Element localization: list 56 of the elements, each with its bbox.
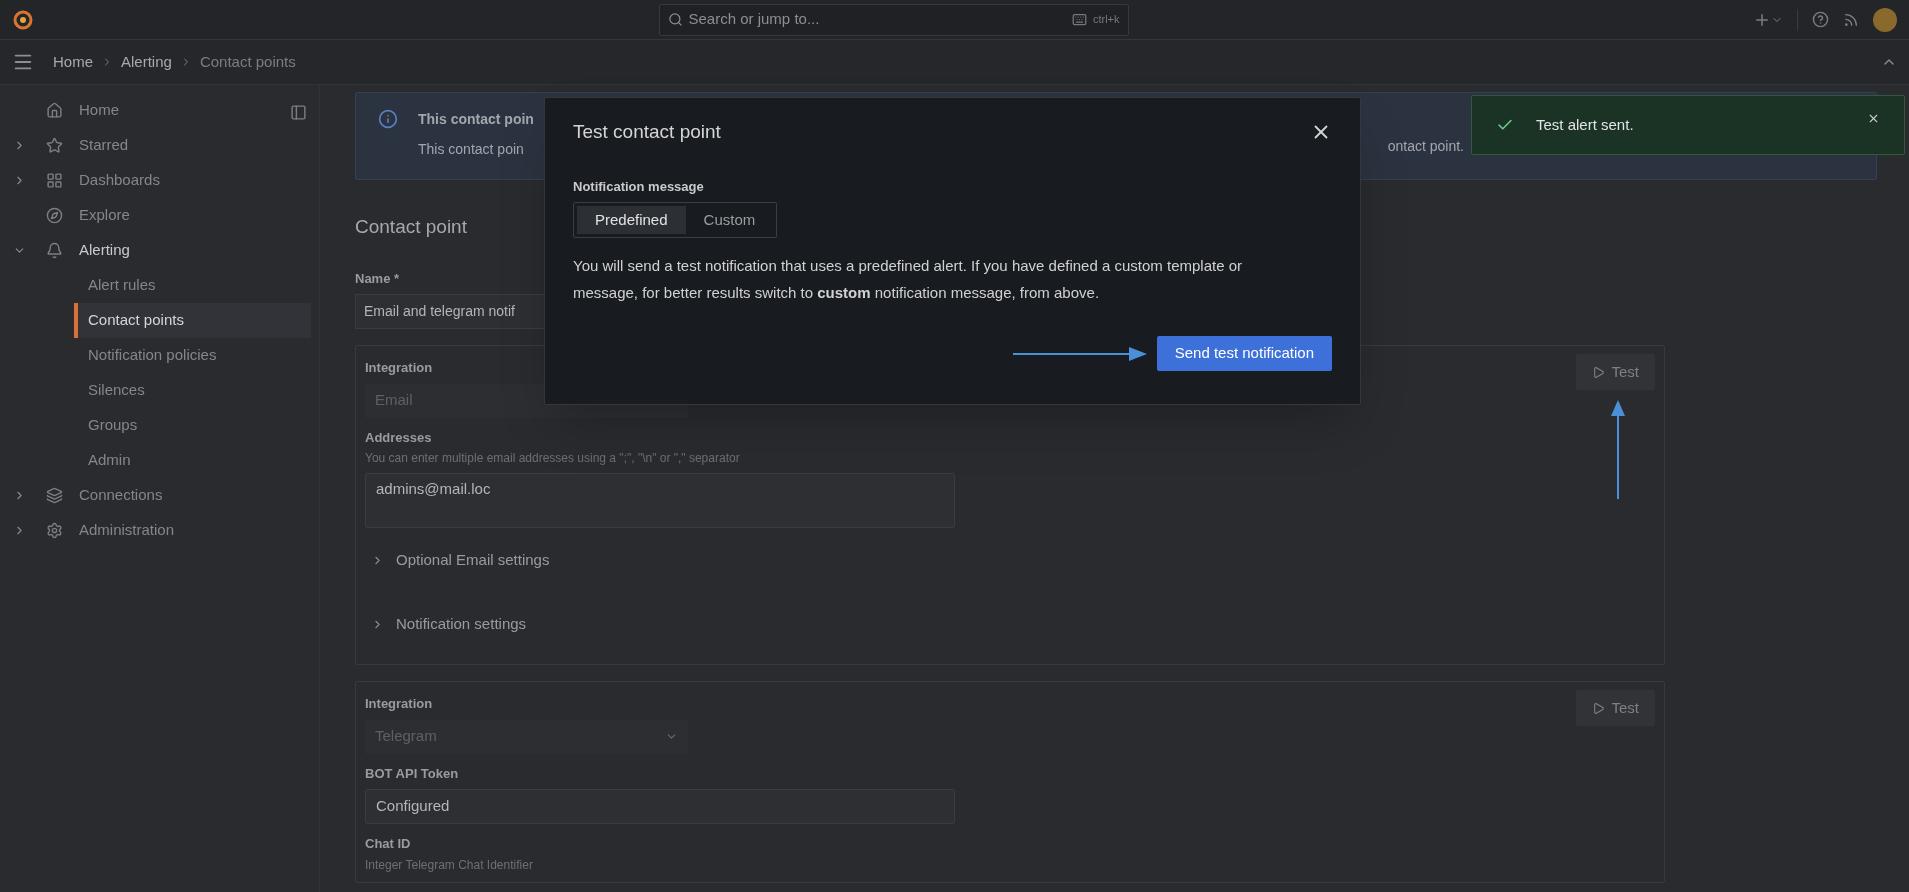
sidebar-item[interactable]: Starred bbox=[0, 128, 319, 163]
sidebar-item[interactable]: Notification policies bbox=[74, 338, 311, 373]
segment-tab[interactable]: Custom bbox=[685, 206, 774, 234]
rss-icon[interactable] bbox=[1843, 11, 1859, 28]
help-icon[interactable] bbox=[1812, 11, 1829, 28]
search-icon bbox=[667, 12, 683, 27]
page-heading: Contact point bbox=[355, 215, 467, 239]
avatar[interactable] bbox=[1873, 7, 1897, 32]
settings-icon bbox=[46, 522, 63, 539]
modal-description: You will send a test notification that uses a predefined alert. If you have defined a custom template or message, for better results switch to custom notification message, from above. bbox=[573, 256, 1244, 303]
sidebar-item[interactable]: Home bbox=[0, 93, 319, 128]
breadcrumb-link[interactable]: Home bbox=[53, 50, 93, 74]
toast-message: Test alert sent. bbox=[1536, 114, 1635, 135]
field-label: Chat ID bbox=[365, 835, 412, 853]
field-label: Addresses bbox=[365, 428, 433, 447]
sidebar-item[interactable]: Dashboards bbox=[0, 163, 319, 198]
segment-tab[interactable]: Predefined bbox=[577, 206, 686, 234]
field-label: Name * bbox=[355, 269, 400, 288]
arrow-up-icon bbox=[1610, 400, 1626, 499]
banner-text: ontact point. bbox=[1387, 137, 1464, 156]
breadcrumb-link[interactable]: Alerting bbox=[121, 50, 172, 74]
field-label: Integration bbox=[365, 695, 434, 713]
field-label: Notification message bbox=[573, 177, 705, 196]
field-hint: You can enter multiple email addresses using a ";", "\n" or "," separator bbox=[365, 450, 741, 467]
banner-title: This contact poin bbox=[418, 110, 534, 129]
sidebar-item[interactable]: Groups bbox=[74, 408, 311, 443]
banner-text: This contact poin bbox=[418, 140, 525, 159]
play-icon bbox=[1592, 701, 1606, 715]
shortcut-hint: ctrl+k bbox=[1092, 12, 1120, 28]
sidebar-item[interactable]: Alerting bbox=[0, 233, 319, 268]
dock-icon[interactable] bbox=[290, 104, 307, 121]
sidebar-item[interactable]: Admin bbox=[74, 443, 311, 478]
send-test-button[interactable]: Send test notification bbox=[1156, 336, 1332, 371]
breadcrumb-link[interactable]: Contact points bbox=[199, 50, 296, 74]
modal-title: Test contact point bbox=[573, 120, 721, 144]
sidebar-item[interactable]: Contact points bbox=[74, 303, 311, 338]
field-hint: Integer Telegram Chat Identifier bbox=[365, 856, 534, 874]
play-icon bbox=[1592, 365, 1606, 379]
keyboard-icon bbox=[1071, 12, 1087, 27]
logo-icon bbox=[12, 8, 34, 31]
search-field[interactable]: Search or jump to... ctrl+k bbox=[658, 3, 1129, 36]
info-icon bbox=[378, 109, 398, 129]
field-label: BOT API Token bbox=[365, 764, 460, 783]
grid-icon bbox=[46, 172, 63, 189]
sidebar-item[interactable]: Administration bbox=[0, 513, 319, 548]
compass-icon bbox=[46, 207, 63, 224]
sidebar-item[interactable]: Connections bbox=[0, 478, 319, 513]
layers-icon bbox=[46, 487, 63, 504]
sidebar-item[interactable]: Explore bbox=[0, 198, 319, 233]
star-icon bbox=[46, 137, 63, 154]
home-icon bbox=[46, 102, 63, 119]
sidebar-item[interactable]: Silences bbox=[74, 373, 311, 408]
arrow-right-icon bbox=[1012, 345, 1147, 362]
sidebar-item[interactable]: Alert rules bbox=[74, 268, 311, 303]
field-label: Integration bbox=[365, 359, 434, 377]
bell-icon bbox=[46, 242, 63, 259]
